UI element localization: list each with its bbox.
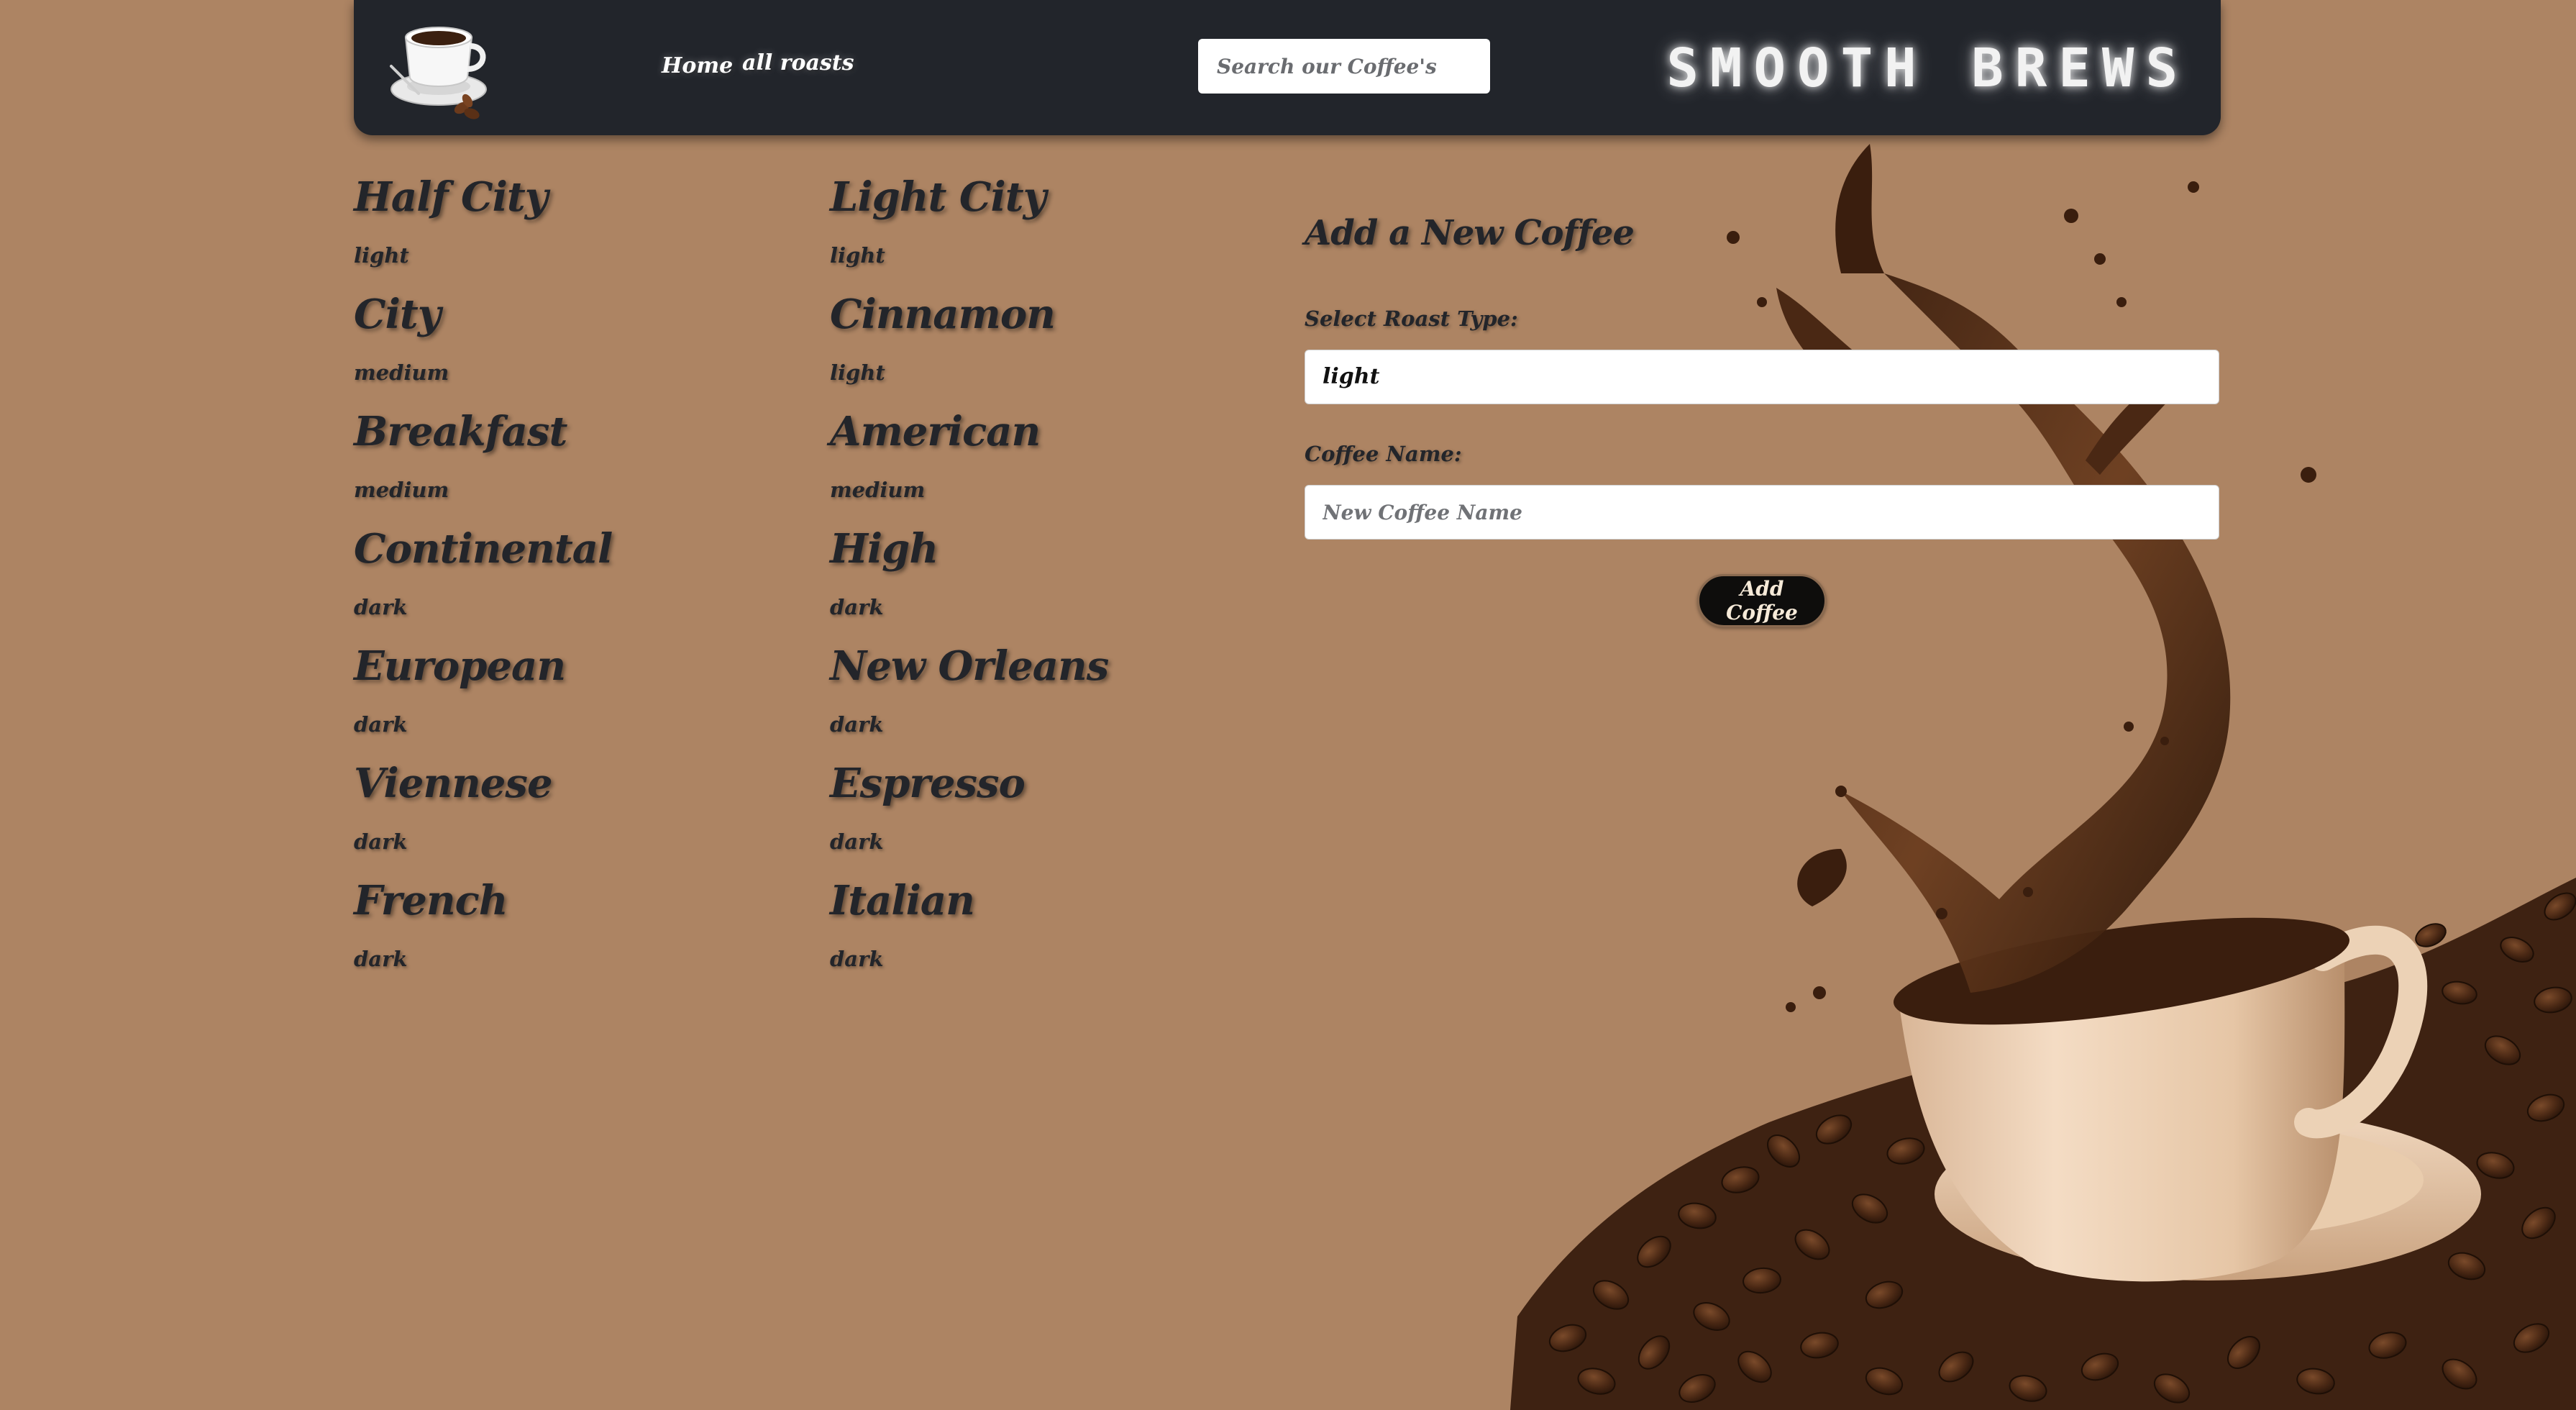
coffee-name: High [830, 525, 938, 573]
coffee-name: City [354, 291, 441, 338]
coffee-name: American [830, 408, 1041, 455]
coffee-roast-type: dark [830, 947, 884, 971]
roast-type-select[interactable]: light [1305, 350, 2219, 404]
coffee-item: Breakfast medium [354, 411, 830, 529]
coffee-name: Espresso [830, 760, 1026, 807]
top-navbar: Home all roasts SMOOTH BREWS [354, 0, 2221, 135]
coffee-item: New Orleans dark [830, 646, 1303, 763]
coffee-roast-type: dark [354, 829, 408, 854]
coffee-list: Half City light Light City light City me… [354, 177, 1303, 998]
nav-all-roasts-link[interactable]: all roasts [742, 50, 854, 76]
coffee-item: Cinnamon light [830, 294, 1303, 411]
coffee-roast-type: light [830, 243, 885, 268]
coffee-roast-type: light [830, 360, 885, 385]
form-title: Add a New Coffee [1305, 213, 1635, 253]
add-coffee-button[interactable]: Add Coffee [1697, 574, 1827, 627]
coffee-name: Half City [354, 173, 548, 221]
coffee-roast-type: dark [830, 712, 884, 737]
coffee-item: High dark [830, 529, 1303, 646]
coffee-item: Italian dark [830, 881, 1303, 998]
coffee-name: Continental [354, 525, 613, 573]
coffee-name: Cinnamon [830, 291, 1056, 338]
coffee-roast-type: dark [830, 595, 884, 619]
coffee-roast-type: dark [354, 712, 408, 737]
coffee-name: Light City [830, 173, 1046, 221]
roast-type-label: Select Roast Type: [1305, 306, 1518, 331]
coffee-roast-type: light [354, 243, 409, 268]
coffee-name: French [354, 877, 508, 924]
coffee-roast-type: dark [830, 829, 884, 854]
coffee-roast-type: dark [354, 595, 408, 619]
coffee-name-label: Coffee Name: [1305, 442, 1462, 466]
coffee-roast-type: dark [354, 947, 408, 971]
add-coffee-form: Add a New Coffee Select Roast Type: ligh… [1305, 213, 2219, 627]
coffee-item: City medium [354, 294, 830, 411]
coffee-item: Light City light [830, 177, 1303, 294]
coffee-item: European dark [354, 646, 830, 763]
coffee-name: Breakfast [354, 408, 567, 455]
nav-home-link[interactable]: Home [662, 53, 733, 78]
brand-title: SMOOTH BREWS [1666, 37, 2189, 99]
coffee-cup-logo-icon[interactable] [381, 9, 496, 124]
coffee-item: Continental dark [354, 529, 830, 646]
coffee-roast-type: medium [354, 478, 449, 502]
coffee-item: Espresso dark [830, 763, 1303, 881]
coffee-item: Half City light [354, 177, 830, 294]
coffee-name-input[interactable] [1305, 485, 2219, 540]
coffee-roast-type: medium [830, 478, 926, 502]
coffee-item: French dark [354, 881, 830, 998]
search-coffees-input[interactable] [1198, 39, 1490, 94]
coffee-name: New Orleans [830, 642, 1109, 690]
coffee-item: Viennese dark [354, 763, 830, 881]
coffee-roast-type: medium [354, 360, 449, 385]
coffee-name: Italian [830, 877, 975, 924]
coffee-name: Viennese [354, 760, 553, 807]
coffee-name: European [354, 642, 566, 690]
coffee-item: American medium [830, 411, 1303, 529]
